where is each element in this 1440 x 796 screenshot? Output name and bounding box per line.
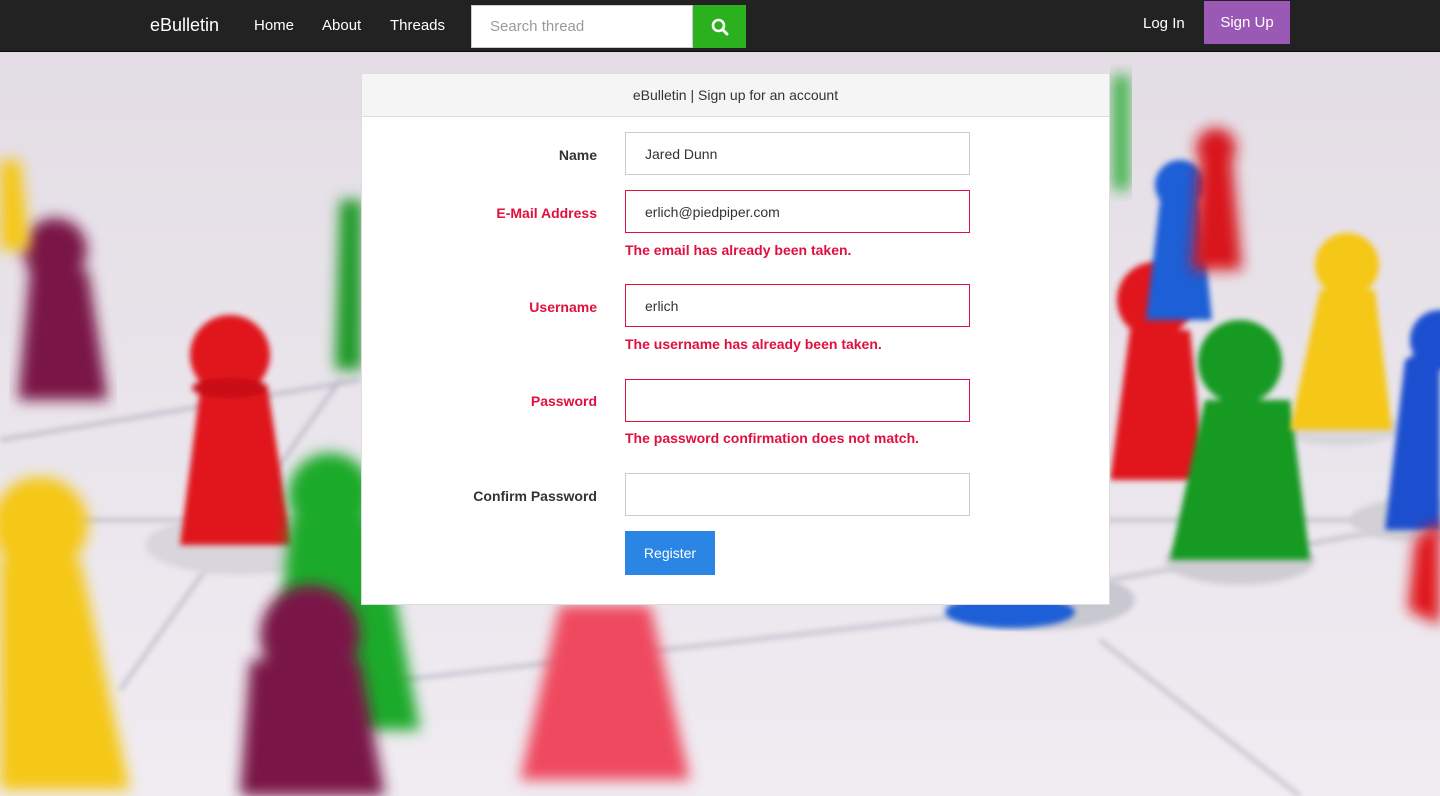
search-icon [711,18,728,35]
login-link[interactable]: Log In [1143,15,1185,32]
brand-link[interactable]: eBulletin [150,15,219,36]
navbar: eBulletin Home About Threads Log In Sign… [0,0,1440,52]
password-label: Password [530,393,597,409]
password-error: The password confirmation does not match… [625,430,920,446]
password-field[interactable] [625,379,970,422]
username-error: The username has already been taken. [625,336,882,352]
name-field[interactable] [625,132,970,175]
nav-link-threads[interactable]: Threads [390,17,445,34]
nav-link-about[interactable]: About [322,17,361,34]
confirm-password-field[interactable] [625,473,970,516]
username-label: Username [529,299,597,315]
nav-link-home[interactable]: Home [254,17,294,34]
confirm-password-label: Confirm Password [473,488,597,504]
card-header: eBulletin | Sign up for an account [362,74,1109,117]
username-field[interactable] [625,284,970,327]
register-button[interactable]: Register [625,531,715,575]
name-label: Name [558,147,597,163]
email-field[interactable] [625,190,970,233]
email-label: E-Mail Address [496,205,597,221]
signup-button[interactable]: Sign Up [1204,1,1290,44]
search-input[interactable] [471,5,693,48]
search-button[interactable] [693,5,746,48]
signup-card: eBulletin | Sign up for an account Name … [361,73,1110,605]
email-error: The email has already been taken. [625,242,852,258]
